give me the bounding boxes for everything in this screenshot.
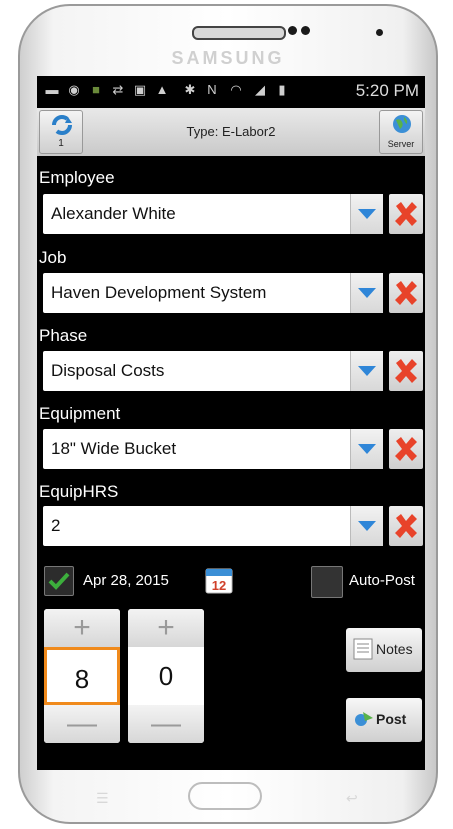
speaker-grille <box>192 26 286 40</box>
minutes-input[interactable]: 0 <box>128 647 204 705</box>
minutes-stepper: + 0 — <box>128 609 204 743</box>
equiphrs-value: 2 <box>51 516 61 535</box>
server-button[interactable]: Server <box>379 110 423 154</box>
equipment-value: 18" Wide Bucket <box>51 439 177 458</box>
phase-label: Phase <box>39 326 88 345</box>
auto-post-label: Auto-Post <box>349 572 415 589</box>
calendar-icon: ▣ <box>133 82 147 97</box>
date-value[interactable]: Apr 28, 2015 <box>83 572 169 589</box>
job-select[interactable]: Haven Development System <box>43 273 383 313</box>
equiphrs-select[interactable]: 2 <box>43 506 383 546</box>
job-clear-button[interactable] <box>389 273 423 313</box>
status-bar: ▬ ◉ ■ ⇄ ▣ ▲ ✱ N ◠ ◢ ▮ 5:20 PM <box>37 76 425 106</box>
warning-icon: ▲ <box>155 82 169 97</box>
employee-label: Employee <box>39 168 115 187</box>
job-value: Haven Development System <box>51 283 267 302</box>
equipment-label: Equipment <box>39 404 121 423</box>
home-button[interactable] <box>188 782 262 810</box>
menu-softkey-icon[interactable]: ☰ <box>96 790 109 807</box>
equiphrs-dropdown-button[interactable] <box>350 506 383 546</box>
device-brand: SAMSUNG <box>171 48 285 68</box>
employee-select[interactable]: Alexander White <box>43 194 383 234</box>
notes-icon <box>353 638 373 660</box>
phase-value: Disposal Costs <box>51 361 165 380</box>
sync-count: 1 <box>58 138 64 149</box>
bluetooth-icon: ✱ <box>184 82 196 97</box>
date-checkbox[interactable] <box>44 566 74 596</box>
calendar-day: 12 <box>212 578 226 593</box>
chevron-down-icon <box>358 209 376 219</box>
chevron-down-icon <box>358 521 376 531</box>
chevron-down-icon <box>358 288 376 298</box>
close-icon <box>395 359 417 383</box>
page-title: Type: E-Labor2 <box>186 124 276 139</box>
wifi-icon: ◠ <box>230 82 242 97</box>
equipment-dropdown-button[interactable] <box>350 429 383 469</box>
phase-clear-button[interactable] <box>389 351 423 391</box>
job-dropdown-button[interactable] <box>350 273 383 313</box>
checkmark-icon <box>48 572 70 590</box>
hours-decrement-button[interactable]: — <box>44 705 120 743</box>
calendar-icon: 12 <box>205 568 233 594</box>
hours-input[interactable]: 8 <box>44 647 120 705</box>
server-label: Server <box>387 139 415 149</box>
sync-icon <box>52 115 72 135</box>
app-screen: ▬ ◉ ■ ⇄ ▣ ▲ ✱ N ◠ ◢ ▮ 5:20 PM 1 Type: E-… <box>37 76 425 770</box>
minutes-increment-button[interactable]: + <box>128 609 204 647</box>
close-icon <box>395 281 417 305</box>
globe-icon <box>393 115 411 133</box>
notes-button[interactable]: Notes <box>346 628 422 672</box>
post-button[interactable]: Post <box>346 698 422 742</box>
nfc-icon: N <box>207 82 217 97</box>
sensor <box>301 26 310 35</box>
sync-button[interactable]: 1 <box>39 110 83 154</box>
chevron-down-icon <box>358 366 376 376</box>
equiphrs-label: EquipHRS <box>39 482 119 501</box>
job-label: Job <box>39 248 67 267</box>
notes-label: Notes <box>376 641 413 657</box>
employee-value: Alexander White <box>51 204 176 223</box>
equipment-select[interactable]: 18" Wide Bucket <box>43 429 383 469</box>
location-icon: ◉ <box>68 82 80 97</box>
signal-icon: ◢ <box>255 82 265 97</box>
status-time: 5:20 PM <box>355 81 419 100</box>
close-icon <box>395 202 417 226</box>
close-icon <box>395 437 417 461</box>
phase-dropdown-button[interactable] <box>350 351 383 391</box>
hours-increment-button[interactable]: + <box>44 609 120 647</box>
app-toolbar: 1 Type: E-Labor2 Server <box>37 108 425 156</box>
proximity-sensor <box>376 29 383 36</box>
post-icon <box>355 712 373 726</box>
shuffle-icon: ⇄ <box>112 82 124 97</box>
employee-dropdown-button[interactable] <box>350 194 383 234</box>
employee-clear-button[interactable] <box>389 194 423 234</box>
phase-select[interactable]: Disposal Costs <box>43 351 383 391</box>
auto-post-checkbox[interactable] <box>311 566 343 598</box>
photo-icon: ■ <box>92 82 100 97</box>
minutes-decrement-button[interactable]: — <box>128 705 204 743</box>
front-camera <box>288 26 297 35</box>
equipment-clear-button[interactable] <box>389 429 423 469</box>
chevron-down-icon <box>358 444 376 454</box>
message-icon: ▬ <box>45 82 59 97</box>
calendar-button[interactable]: 12 <box>205 566 233 594</box>
back-softkey-icon[interactable]: ↩ <box>346 790 358 807</box>
close-icon <box>395 514 417 538</box>
battery-icon: ▮ <box>278 82 286 97</box>
equiphrs-clear-button[interactable] <box>389 506 423 546</box>
hours-stepper: + 8 — <box>44 609 120 743</box>
post-label: Post <box>376 711 407 727</box>
